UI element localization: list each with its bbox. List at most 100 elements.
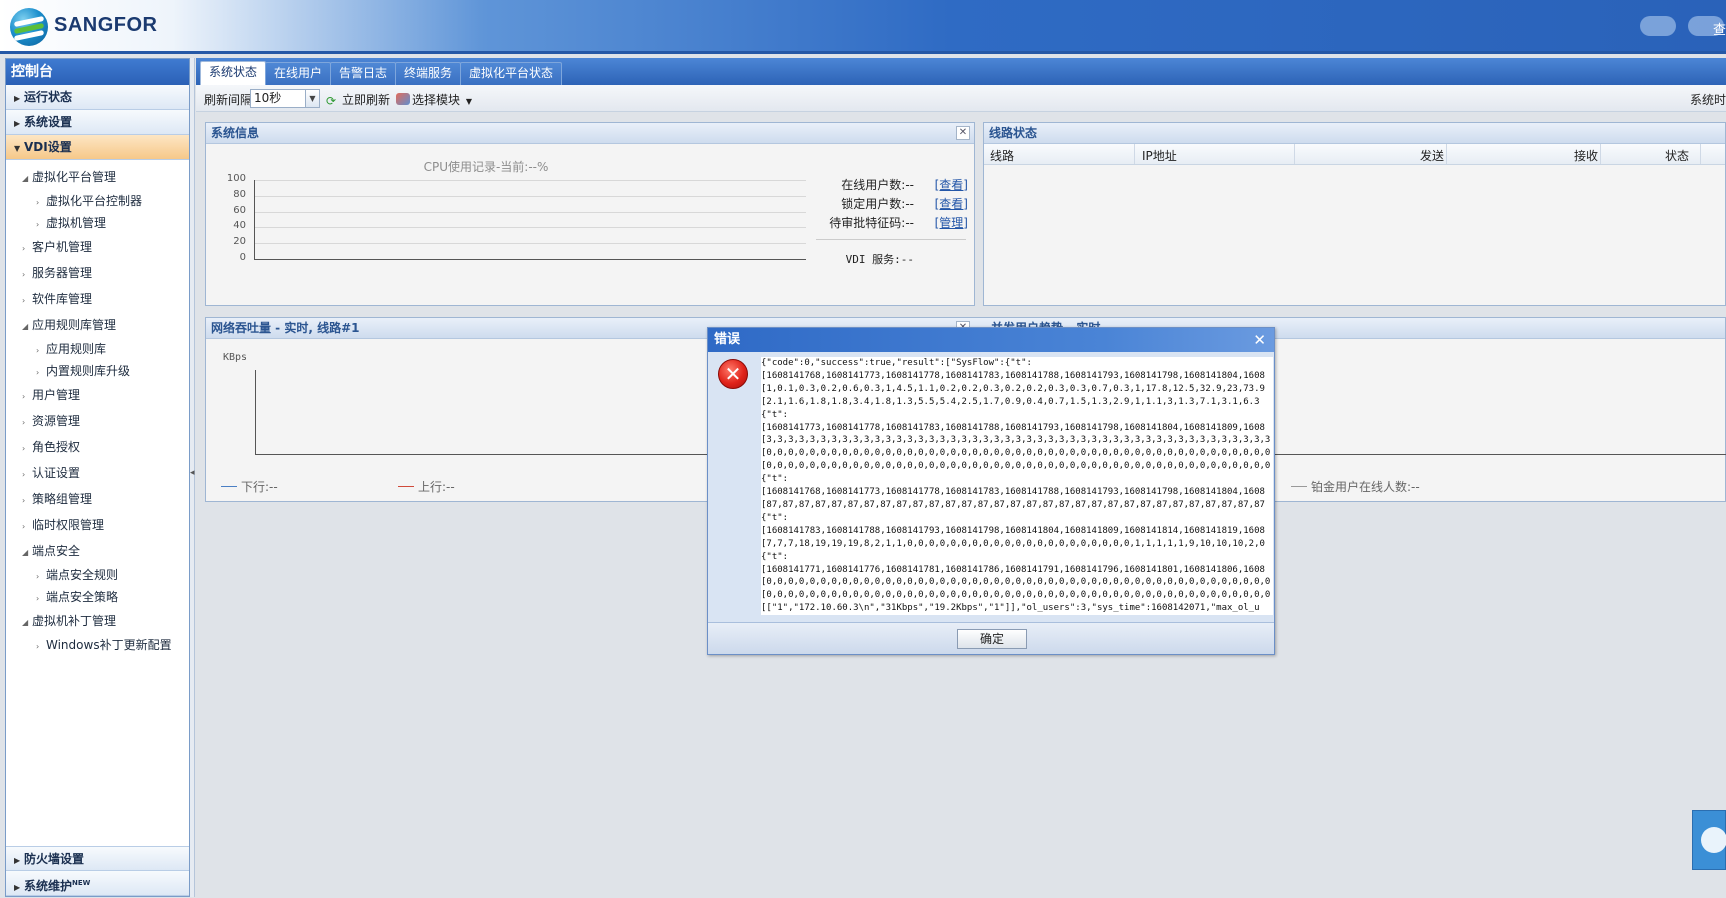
dialog-footer: 确定 bbox=[708, 622, 1274, 654]
sidebar-section-label: 系统设置 bbox=[24, 115, 73, 129]
floating-assistant-widget[interactable] bbox=[1692, 810, 1726, 870]
refresh-icon: ⟳ bbox=[326, 94, 337, 108]
system-info-panel: 系统信息 ✕ CPU使用记录-当前:--% 100 80 60 40 20 0 在线用户数… bbox=[205, 122, 975, 306]
message-line: [0,0,0,0,0,0,0,0,0,0,0,0,0,0,0,0,0,0,0,0… bbox=[761, 590, 1271, 601]
dialog-titlebar[interactable]: 错误 ✕ bbox=[708, 328, 1274, 352]
refresh-interval-value: 10秒 bbox=[254, 91, 282, 105]
collapsed-arrow-icon: › bbox=[22, 470, 26, 479]
tree-item-label: 用户管理 bbox=[32, 388, 81, 402]
sidebar-section-label: 运行状态 bbox=[24, 90, 73, 104]
tree-item[interactable]: › 客户机管理 bbox=[6, 234, 189, 260]
tree-subitem[interactable]: › Windows补丁更新配置 bbox=[6, 634, 189, 656]
collapsed-arrow-icon: › bbox=[36, 572, 40, 581]
sidebar-section-firewall[interactable]: ▶ 防火墙设置 bbox=[6, 846, 189, 871]
tree-subitem[interactable]: › 应用规则库 bbox=[6, 338, 189, 360]
refresh-interval-select[interactable]: 10秒 ▼ bbox=[250, 89, 320, 108]
tab-bar: 系统状态 在线用户 告警日志 终端服务 虚拟化平台状态 bbox=[196, 58, 1726, 85]
refresh-now-label: 立即刷新 bbox=[342, 93, 391, 107]
tree-item[interactable]: › 服务器管理 bbox=[6, 260, 189, 286]
new-badge: NEW bbox=[72, 879, 91, 887]
message-line: [1608141771,1608141776,1608141781,160814… bbox=[761, 564, 1265, 575]
tree-item[interactable]: › 用户管理 bbox=[6, 382, 189, 408]
close-icon[interactable]: ✕ bbox=[956, 126, 970, 140]
tree-item-label: 策略组管理 bbox=[32, 492, 93, 506]
sidebar-splitter[interactable]: ◂ bbox=[190, 58, 195, 897]
error-message: {"code":0,"success":true,"result":["SysF… bbox=[761, 357, 1273, 615]
message-line: [3,3,3,3,3,3,3,3,3,3,3,3,3,3,3,3,3,3,3,3… bbox=[761, 435, 1271, 446]
collapse-arrow-icon[interactable]: ◂ bbox=[190, 468, 195, 478]
locked-users-stat: 锁定用户数:-- bbox=[841, 197, 914, 211]
column-header[interactable]: 线路 bbox=[990, 147, 1014, 164]
select-module-button[interactable]: 选择模块 ▼ bbox=[396, 91, 472, 108]
header-pill-button[interactable] bbox=[1640, 16, 1676, 36]
tree-item[interactable]: › 软件库管理 bbox=[6, 286, 189, 312]
ok-button[interactable]: 确定 bbox=[957, 629, 1027, 649]
tab-online-users[interactable]: 在线用户 bbox=[265, 62, 332, 85]
view-online-users-link[interactable]: [查看] bbox=[935, 176, 968, 193]
message-line: [87,87,87,87,87,87,87,87,87,87,87,87,87,… bbox=[761, 499, 1265, 510]
collapsed-arrow-icon: › bbox=[36, 346, 40, 355]
message-line: {"code":0,"success":true,"result":["SysF… bbox=[761, 358, 1032, 368]
grid-line bbox=[254, 259, 806, 260]
column-header[interactable]: 发送 bbox=[1420, 147, 1444, 164]
tree-item[interactable]: › 角色授权 bbox=[6, 434, 189, 460]
tree-item[interactable]: › 资源管理 bbox=[6, 408, 189, 434]
chevron-down-icon[interactable]: ▼ bbox=[305, 90, 319, 107]
system-time-text: 系统时 bbox=[1689, 93, 1726, 107]
view-locked-users-link[interactable]: [查看] bbox=[935, 195, 968, 212]
sidebar-title: 控制台 bbox=[6, 59, 189, 85]
tree-item-label: 端点安全策略 bbox=[46, 590, 119, 604]
expanded-arrow-icon: ◢ bbox=[22, 548, 29, 557]
tree-item[interactable]: ◢ 虚拟机补丁管理 bbox=[6, 608, 189, 634]
collapsed-arrow-icon: › bbox=[22, 496, 26, 505]
error-icon: ✕ bbox=[718, 359, 748, 389]
tree-item[interactable]: › 临时权限管理 bbox=[6, 512, 189, 538]
y-tick-label: 60 bbox=[233, 204, 246, 216]
refresh-now-button[interactable]: ⟳ 立即刷新 bbox=[326, 91, 390, 108]
header-right-text[interactable]: 查 bbox=[1713, 19, 1726, 38]
tree-subitem[interactable]: › 端点安全规则 bbox=[6, 564, 189, 586]
top-header: SANGFOR 查 bbox=[0, 0, 1726, 54]
tab-system-status[interactable]: 系统状态 bbox=[200, 61, 267, 85]
chevron-right-icon: ▶ bbox=[14, 856, 21, 865]
column-header[interactable]: IP地址 bbox=[1142, 147, 1177, 164]
tree-item[interactable]: ◢ 应用规则库管理 bbox=[6, 312, 189, 338]
tab-alert-log[interactable]: 告警日志 bbox=[330, 62, 397, 85]
chevron-right-icon: ▶ bbox=[14, 883, 21, 892]
tree-item-label: 虚拟机管理 bbox=[46, 216, 107, 230]
tree-item-label: 虚拟化平台控制器 bbox=[46, 194, 143, 208]
dialog-title: 错误 bbox=[714, 332, 741, 347]
legend-up: 上行:-- bbox=[398, 478, 455, 495]
tree-subitem[interactable]: › 虚拟机管理 bbox=[6, 212, 189, 234]
divider bbox=[816, 239, 966, 240]
sidebar-section-system-settings[interactable]: ▶ 系统设置 bbox=[6, 110, 189, 135]
manage-codes-link[interactable]: [管理] bbox=[935, 214, 968, 231]
close-icon[interactable]: ✕ bbox=[1253, 328, 1266, 352]
tree-item-label: 角色授权 bbox=[32, 440, 81, 454]
sidebar-bottom: ▶ 防火墙设置 ▶ 系统维护NEW bbox=[6, 846, 189, 896]
sidebar-section-label: VDI设置 bbox=[24, 140, 72, 154]
kbps-unit-label: KBps bbox=[223, 352, 248, 363]
column-header[interactable]: 状态 bbox=[1665, 147, 1689, 164]
tree-subitem[interactable]: › 内置规则库升级 bbox=[6, 360, 189, 382]
tree-item-label: 软件库管理 bbox=[32, 292, 93, 306]
column-header[interactable]: 接收 bbox=[1574, 147, 1598, 164]
collapsed-arrow-icon: › bbox=[22, 392, 26, 401]
error-dialog: 错误 ✕ ✕ {"code":0,"success":true,"result"… bbox=[707, 327, 1275, 655]
tab-virtual-platform-status[interactable]: 虚拟化平台状态 bbox=[460, 62, 563, 85]
sidebar-section-run-status[interactable]: ▶ 运行状态 bbox=[6, 85, 189, 110]
panel-title: 线路状态 bbox=[989, 126, 1038, 140]
message-line: {"t": bbox=[761, 551, 789, 562]
tree-subitem[interactable]: › 端点安全策略 bbox=[6, 586, 189, 608]
sidebar-section-maintenance[interactable]: ▶ 系统维护NEW bbox=[6, 871, 189, 896]
expanded-arrow-icon: ◢ bbox=[22, 618, 29, 627]
y-tick-label: 20 bbox=[233, 236, 246, 248]
tree-item[interactable]: ◢ 端点安全 bbox=[6, 538, 189, 564]
tab-terminal-service[interactable]: 终端服务 bbox=[395, 62, 462, 85]
sidebar-section-vdi-settings[interactable]: ▼ VDI设置 bbox=[6, 135, 189, 160]
tree-item[interactable]: › 认证设置 bbox=[6, 460, 189, 486]
tree-item[interactable]: › 策略组管理 bbox=[6, 486, 189, 512]
tree-subitem[interactable]: › 虚拟化平台控制器 bbox=[6, 190, 189, 212]
tree-item[interactable]: ◢ 虚拟化平台管理 bbox=[6, 164, 189, 190]
tree-item-label: 应用规则库 bbox=[46, 342, 107, 356]
